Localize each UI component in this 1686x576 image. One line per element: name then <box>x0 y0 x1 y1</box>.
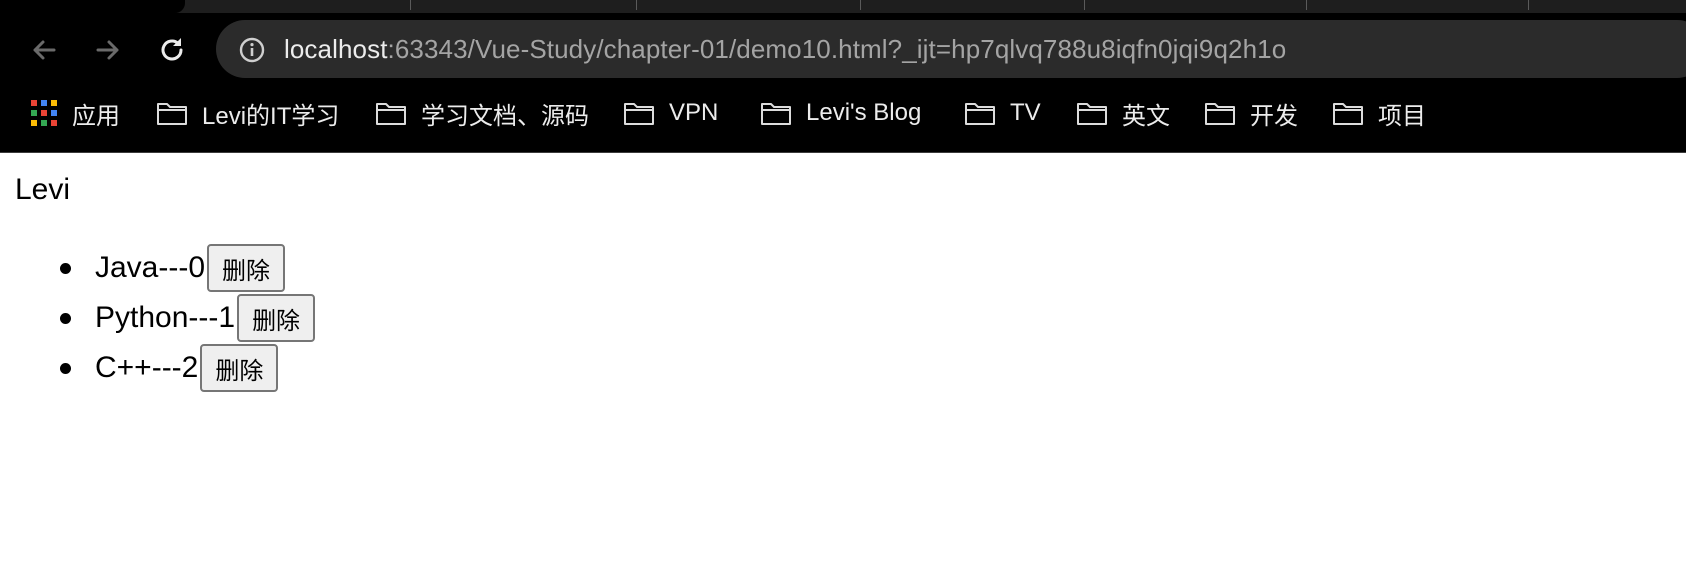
bookmark-label: TV <box>1010 99 1041 126</box>
tab-separator <box>1528 0 1529 10</box>
folder-icon <box>965 103 995 125</box>
address-bar[interactable]: localhost:63343/Vue-Study/chapter-01/dem… <box>216 20 1686 78</box>
tab-separator <box>1306 0 1307 10</box>
bullet-icon <box>60 312 71 324</box>
tab-separator <box>860 0 861 10</box>
browser-chrome: localhost:63343/Vue-Study/chapter-01/dem… <box>0 0 1686 153</box>
arrow-left-icon <box>33 40 56 60</box>
bullet-icon <box>60 362 71 374</box>
course-list: Java---0 删除 Python---1 删除 C++---2 删除 <box>60 243 316 393</box>
bookmark-label: 应用 <box>72 102 120 130</box>
item-text: C++---2 <box>95 351 199 384</box>
bookmark-label: 学习文档、源码 <box>421 102 589 130</box>
bookmark-levi-it[interactable]: Levi的IT学习 <box>156 90 339 136</box>
folder-icon <box>1077 103 1107 125</box>
apps-grid-icon <box>31 100 57 126</box>
bookmark-english[interactable]: 英文 <box>1076 90 1170 136</box>
arrow-right-icon <box>96 40 119 60</box>
list-item: C++---2 删除 <box>60 343 315 393</box>
tab-strip <box>0 0 1686 13</box>
folder-icon <box>1333 103 1363 125</box>
url-host: localhost <box>284 34 388 64</box>
page-content: Levi Java---0 删除 Python---1 删除 C++---2 删… <box>0 153 1686 576</box>
list-item: Python---1 删除 <box>60 293 316 343</box>
tab-separator <box>636 0 637 10</box>
delete-button[interactable]: 删除 <box>237 294 316 342</box>
item-text: Java---0 <box>95 251 206 284</box>
bookmark-label: 项目 <box>1378 102 1426 130</box>
folder-icon <box>157 103 187 125</box>
forward-button[interactable] <box>88 30 128 70</box>
bookmark-label: 开发 <box>1250 102 1298 130</box>
folder-icon <box>1205 103 1235 125</box>
reload-button[interactable] <box>152 30 192 70</box>
folder-icon <box>761 103 791 125</box>
bookmark-blog[interactable]: Levi's Blog <box>760 90 921 136</box>
folder-icon <box>624 103 654 125</box>
item-text: Python---1 <box>95 301 236 334</box>
bookmark-label: Levi's Blog <box>806 99 922 126</box>
bookmark-docs[interactable]: 学习文档、源码 <box>375 90 589 136</box>
delete-button[interactable]: 删除 <box>200 344 279 392</box>
bookmark-tv[interactable]: TV <box>964 90 1041 136</box>
delete-button[interactable]: 删除 <box>207 244 286 292</box>
bookmark-dev[interactable]: 开发 <box>1204 90 1298 136</box>
bookmarks-bar: 应用 Levi的IT学习 学习文档、源码 VPN Levi's Blog TV … <box>0 90 1686 136</box>
url-text[interactable]: localhost:63343/Vue-Study/chapter-01/dem… <box>284 34 1286 65</box>
tab-active[interactable] <box>0 0 185 13</box>
bookmark-label: VPN <box>669 99 719 126</box>
tab-separator <box>410 0 411 10</box>
tab-separator <box>1084 0 1085 10</box>
info-icon[interactable] <box>238 36 266 64</box>
bookmark-apps[interactable]: 应用 <box>30 90 120 136</box>
list-item: Java---0 删除 <box>60 243 315 293</box>
folder-icon <box>376 103 406 125</box>
bookmark-label: 英文 <box>1122 102 1170 130</box>
name-text: Levi <box>15 173 71 206</box>
bullet-icon <box>60 262 71 274</box>
bookmark-label: Levi的IT学习 <box>202 102 340 130</box>
reload-icon <box>161 38 183 61</box>
url-path: :63343/Vue-Study/chapter-01/demo10.html?… <box>387 34 1287 64</box>
back-button[interactable] <box>24 30 64 70</box>
bookmark-vpn[interactable]: VPN <box>623 90 718 136</box>
bookmark-projects[interactable]: 项目 <box>1332 90 1426 136</box>
